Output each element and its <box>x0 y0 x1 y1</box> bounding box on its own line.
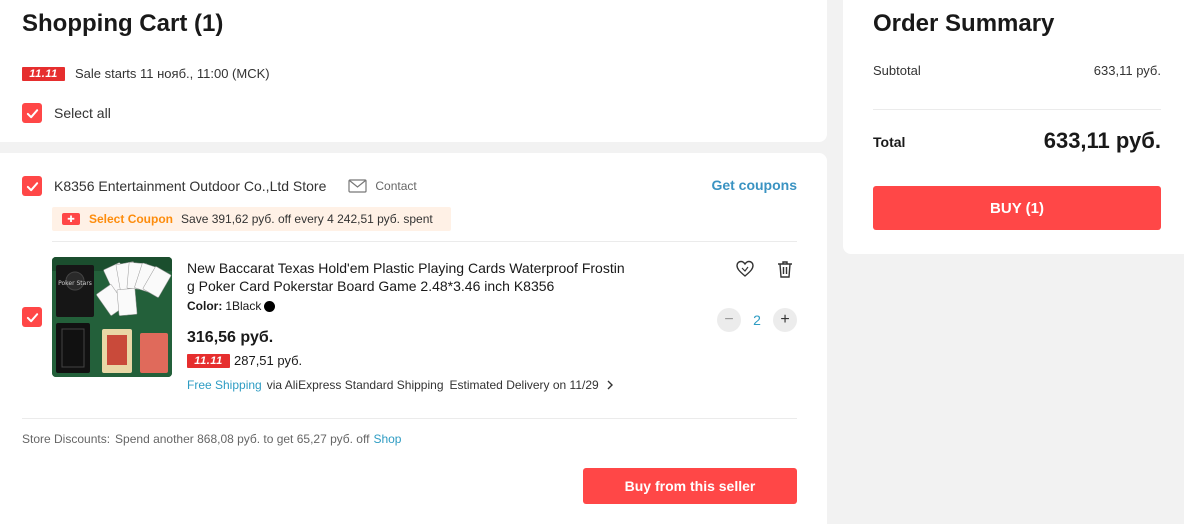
product-title-line2: g Poker Card Pokerstar Board Game 2.48*3… <box>187 278 555 294</box>
select-all-label: Select all <box>54 105 111 121</box>
order-summary: Order Summary Subtotal 633,11 руб. Total… <box>843 0 1184 254</box>
select-all-checkbox[interactable] <box>22 103 42 123</box>
buy-button[interactable]: BUY (1) <box>873 186 1161 230</box>
shipping-row[interactable]: Free Shipping via AliExpress Standard Sh… <box>187 378 615 392</box>
subtotal-value: 633,11 руб. <box>1093 63 1161 78</box>
total-label: Total <box>873 134 906 150</box>
product-title-line1: New Baccarat Texas Hold'em Plastic Playi… <box>187 260 625 276</box>
chevron-right-icon <box>607 380 613 390</box>
page-title: Shopping Cart (1) <box>22 10 224 37</box>
subtotal-label: Subtotal <box>873 63 921 78</box>
sale-text: Sale starts 11 нояб., 11:00 (MCK) <box>75 66 270 81</box>
item-checkbox-wrap[interactable] <box>22 307 42 327</box>
wishlist-button[interactable] <box>735 259 755 284</box>
store-card: K8356 Entertainment Outdoor Co.,Ltd Stor… <box>0 153 827 524</box>
estimated-delivery: Estimated Delivery on 11/29 <box>449 378 599 392</box>
delete-button[interactable] <box>775 259 795 284</box>
product-price: 316,56 руб. <box>187 329 274 346</box>
product-image[interactable]: Poker Stars <box>52 257 172 377</box>
quantity-value[interactable]: 2 <box>741 312 773 328</box>
product-variant: Color: 1Black <box>187 299 276 313</box>
playing-cards-image: Poker Stars <box>52 257 172 377</box>
store-checkbox[interactable] <box>22 176 42 196</box>
sale-price-row: 11.11 287,51 руб. <box>187 353 302 368</box>
buy-from-seller-button[interactable]: Buy from this seller <box>583 468 797 504</box>
divider <box>52 241 797 242</box>
product-title[interactable]: New Baccarat Texas Hold'em Plastic Playi… <box>187 259 625 295</box>
mail-icon <box>348 179 367 193</box>
sale-banner: 11.11 Sale starts 11 нояб., 11:00 (MCK) <box>22 66 270 81</box>
color-value: 1Black <box>225 299 262 313</box>
select-all[interactable]: Select all <box>22 103 111 123</box>
shop-link[interactable]: Shop <box>373 432 401 446</box>
increase-quantity-button[interactable]: + <box>773 308 797 332</box>
quantity-stepper: − 2 + <box>717 308 797 332</box>
store-header: K8356 Entertainment Outdoor Co.,Ltd Stor… <box>22 176 417 196</box>
sale-price: 287,51 руб. <box>234 353 303 368</box>
color-label: Color: <box>187 299 223 313</box>
checkmark-icon <box>26 108 38 118</box>
contact-link[interactable]: Contact <box>348 179 417 193</box>
get-coupons-link[interactable]: Get coupons <box>711 177 797 193</box>
divider <box>22 418 797 419</box>
heart-icon <box>736 260 754 277</box>
divider <box>873 109 1161 110</box>
decrease-quantity-button[interactable]: − <box>717 308 741 332</box>
store-name[interactable]: K8356 Entertainment Outdoor Co.,Ltd Stor… <box>54 178 326 194</box>
checkmark-icon <box>26 312 38 322</box>
image-brand-text: Poker Stars <box>58 280 92 287</box>
sale-badge: 11.11 <box>22 66 65 81</box>
contact-label: Contact <box>375 179 417 193</box>
trash-icon <box>778 261 792 278</box>
order-summary-title: Order Summary <box>873 10 1055 37</box>
store-discounts-text: Spend another 868,08 руб. to get 65,27 р… <box>115 432 370 446</box>
free-shipping-label: Free Shipping <box>187 378 262 392</box>
select-coupon-label: Select Coupon <box>89 212 174 226</box>
item-checkbox[interactable] <box>22 307 42 327</box>
total-value: 633,11 руб. <box>1043 128 1161 153</box>
cart-header: Shopping Cart (1) 11.11 Sale starts 11 н… <box>0 0 827 142</box>
store-discounts-label: Store Discounts: <box>22 432 111 446</box>
coupon-icon: ✚ <box>62 213 80 225</box>
coupon-text: Save 391,62 руб. off every 4 242,51 руб.… <box>181 212 433 226</box>
color-swatch <box>264 300 276 312</box>
sale-badge: 11.11 <box>187 353 230 368</box>
coupon-strip[interactable]: ✚ Select Coupon Save 391,62 руб. off eve… <box>52 207 451 231</box>
store-discounts: Store Discounts: Spend another 868,08 ру… <box>22 432 401 446</box>
shipping-method: via AliExpress Standard Shipping <box>266 378 444 392</box>
checkmark-icon <box>26 181 38 191</box>
